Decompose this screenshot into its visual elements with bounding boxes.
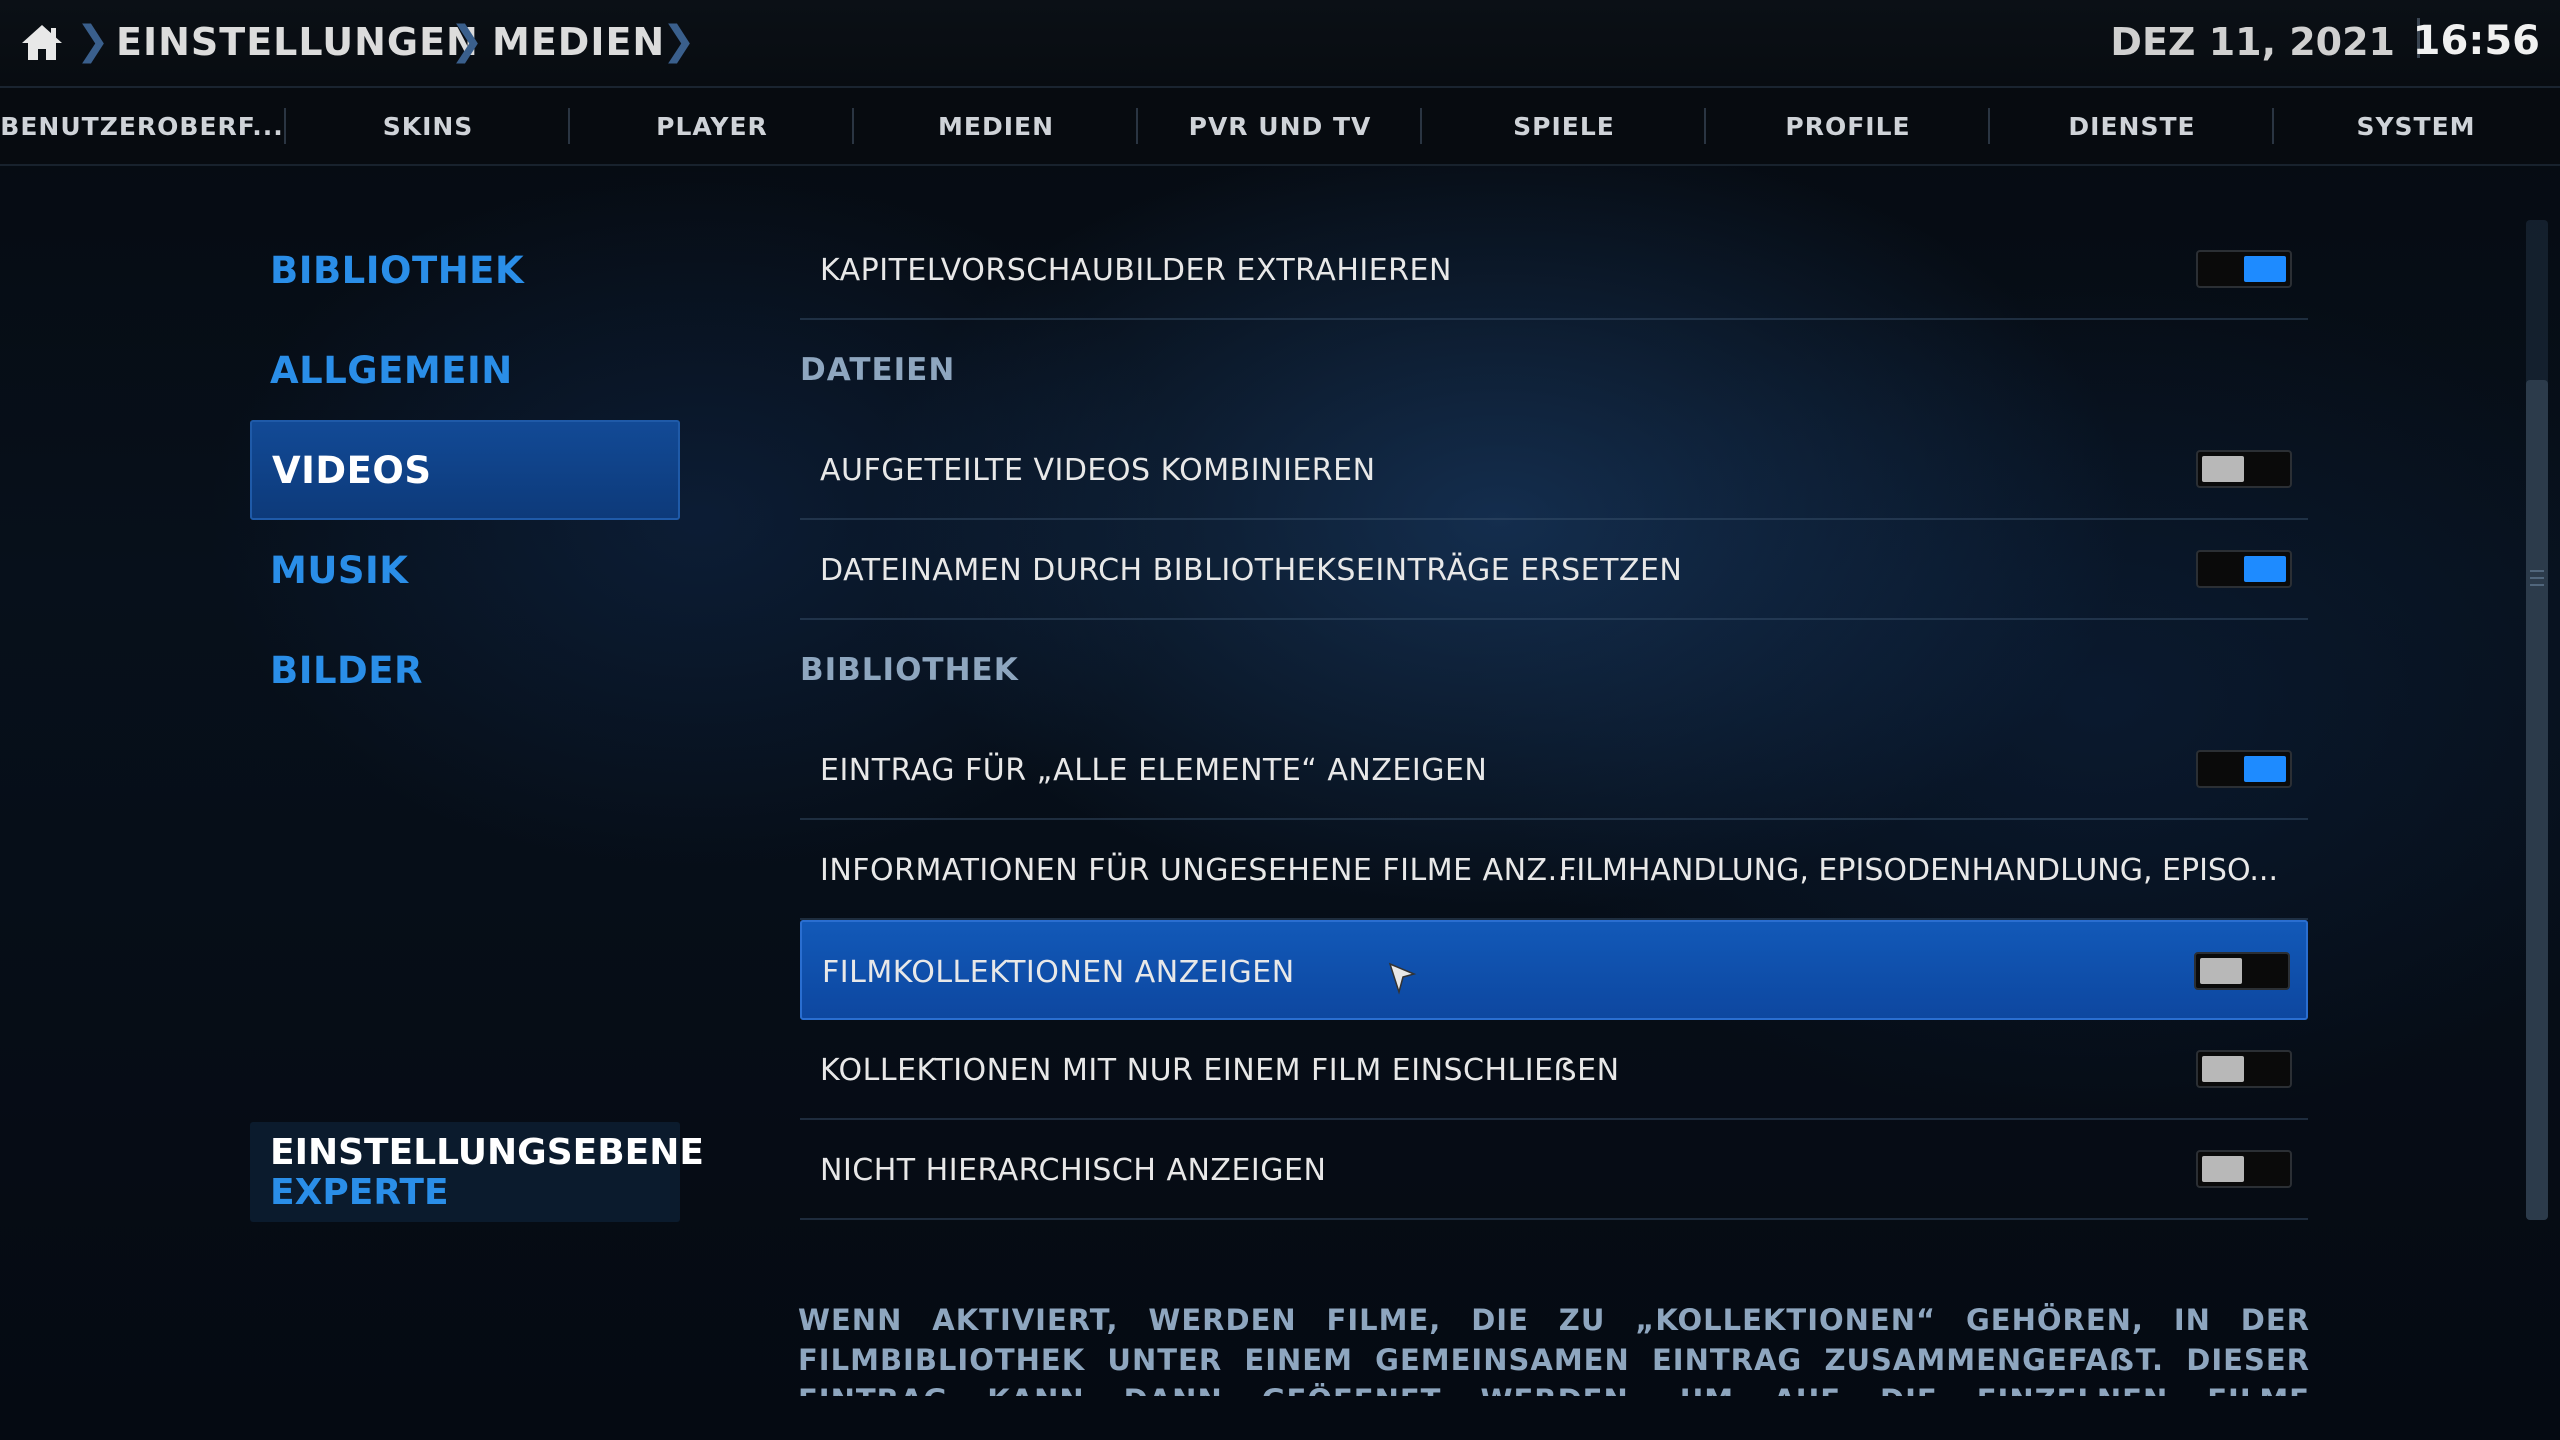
toggle-switch-off[interactable]: [2196, 1050, 2292, 1088]
tab-services[interactable]: DIENSTE: [1990, 88, 2274, 164]
toggle-knob: [2202, 456, 2244, 482]
tab-profiles[interactable]: PROFILE: [1706, 88, 1990, 164]
setting-label: INFORMATIONEN FÜR UNGESEHENE FILME ANZ..…: [820, 852, 1578, 888]
sidebar-item-label: MUSIK: [270, 548, 409, 592]
toggle-switch-on[interactable]: [2196, 550, 2292, 588]
section-header-library: BIBLIOTHEK: [800, 652, 1019, 688]
mouse-pointer-icon: [1388, 962, 1417, 995]
sidebar-item-music[interactable]: MUSIK: [250, 520, 680, 620]
clock: 16:56: [2412, 18, 2540, 64]
settings-level-button[interactable]: EINSTELLUNGSEBENE EXPERTE: [250, 1122, 704, 1222]
toggle-switch-off[interactable]: [2194, 952, 2290, 990]
chevron-right-icon: ❯: [662, 18, 696, 64]
setting-show-all-items[interactable]: EINTRAG FÜR „ALLE ELEMENTE“ ANZEIGEN: [800, 720, 2308, 820]
scrollbar-grip-icon: [2530, 577, 2544, 579]
toggle-knob: [2244, 256, 2286, 282]
toggle-knob: [2200, 958, 2242, 984]
setting-value: FILMHANDLUNG, EPISODENHANDLUNG, EPISO...: [1559, 852, 2278, 888]
kodi-settings-screen: ❯ EINSTELLUNGEN ❯ MEDIEN ❯ DEZ 11, 2021 …: [0, 0, 2560, 1440]
toggle-knob: [2244, 756, 2286, 782]
sidebar-item-label: BILDER: [270, 648, 424, 692]
chevron-right-icon: ❯: [450, 18, 484, 64]
toggle-switch-off[interactable]: [2196, 1150, 2292, 1188]
setting-unwatched-info[interactable]: INFORMATIONEN FÜR UNGESEHENE FILME ANZ..…: [800, 820, 2308, 920]
sidebar-item-label: VIDEOS: [272, 448, 432, 492]
setting-label: NICHT HIERARCHISCH ANZEIGEN: [820, 1152, 1327, 1188]
setting-show-movie-sets[interactable]: FILMKOLLEKTIONEN ANZEIGEN: [800, 920, 2308, 1020]
tab-games[interactable]: SPIELE: [1422, 88, 1706, 164]
setting-combine-split-videos[interactable]: AUFGETEILTE VIDEOS KOMBINIEREN: [800, 420, 2308, 520]
scrollbar-grip-icon: [2530, 584, 2544, 586]
setting-label: AUFGETEILTE VIDEOS KOMBINIEREN: [820, 452, 1376, 488]
setting-label: KOLLEKTIONEN MIT NUR EINEM FILM EINSCHLI…: [820, 1052, 1620, 1088]
toggle-knob: [2202, 1056, 2244, 1082]
setting-label: FILMKOLLEKTIONEN ANZEIGEN: [822, 954, 1295, 990]
setting-single-movie-sets[interactable]: KOLLEKTIONEN MIT NUR EINEM FILM EINSCHLI…: [800, 1020, 2308, 1120]
home-icon[interactable]: [20, 22, 64, 62]
tab-media[interactable]: MEDIEN: [854, 88, 1138, 164]
toggle-switch-on[interactable]: [2196, 750, 2292, 788]
tab-player[interactable]: PLAYER: [570, 88, 854, 164]
sidebar-item-label: BIBLIOTHEK: [270, 248, 525, 292]
sidebar-item-library[interactable]: BIBLIOTHEK: [250, 220, 680, 320]
toggle-knob: [2244, 556, 2286, 582]
setting-extract-chapter-thumbs[interactable]: KAPITELVORSCHAUBILDER EXTRAHIEREN: [800, 220, 2308, 320]
breadcrumb-settings[interactable]: EINSTELLUNGEN: [116, 20, 479, 64]
settings-level-value: EXPERTE: [270, 1172, 449, 1213]
setting-label: DATEINAMEN DURCH BIBLIOTHEKSEINTRÄGE ERS…: [820, 552, 1683, 588]
section-header-files: DATEIEN: [800, 352, 956, 388]
toggle-switch-on[interactable]: [2196, 250, 2292, 288]
sidebar-item-label: ALLGEMEIN: [270, 348, 513, 392]
settings-category-tabs: BENUTZEROBERF... SKINS PLAYER MEDIEN PVR…: [0, 88, 2560, 166]
toggle-knob: [2202, 1156, 2244, 1182]
header-bar: ❯ EINSTELLUNGEN ❯ MEDIEN ❯ DEZ 11, 2021 …: [0, 0, 2560, 88]
date-display: DEZ 11, 2021: [2110, 20, 2395, 64]
breadcrumb-media[interactable]: MEDIEN: [492, 20, 665, 64]
toggle-switch-off[interactable]: [2196, 450, 2292, 488]
setting-description: WENN AKTIVIERT, WERDEN FILME, DIE ZU „KO…: [798, 1303, 2310, 1396]
sidebar-item-videos[interactable]: VIDEOS: [250, 420, 680, 520]
sidebar-item-pictures[interactable]: BILDER: [250, 620, 680, 720]
setting-flatten[interactable]: NICHT HIERARCHISCH ANZEIGEN: [800, 1120, 2308, 1220]
setting-label: EINTRAG FÜR „ALLE ELEMENTE“ ANZEIGEN: [820, 752, 1488, 788]
settings-level-title: EINSTELLUNGSEBENE: [270, 1132, 704, 1173]
sidebar-item-general[interactable]: ALLGEMEIN: [250, 320, 680, 420]
tab-pvr[interactable]: PVR UND TV: [1138, 88, 1422, 164]
setting-label: KAPITELVORSCHAUBILDER EXTRAHIEREN: [820, 252, 1452, 288]
tab-skins[interactable]: SKINS: [286, 88, 570, 164]
setting-replace-filenames[interactable]: DATEINAMEN DURCH BIBLIOTHEKSEINTRÄGE ERS…: [800, 520, 2308, 620]
chevron-right-icon: ❯: [76, 18, 110, 64]
tab-interface[interactable]: BENUTZEROBERF...: [0, 88, 284, 164]
tab-system[interactable]: SYSTEM: [2274, 88, 2558, 164]
scrollbar-thumb[interactable]: [2526, 380, 2548, 1220]
scrollbar-grip-icon: [2530, 570, 2544, 572]
